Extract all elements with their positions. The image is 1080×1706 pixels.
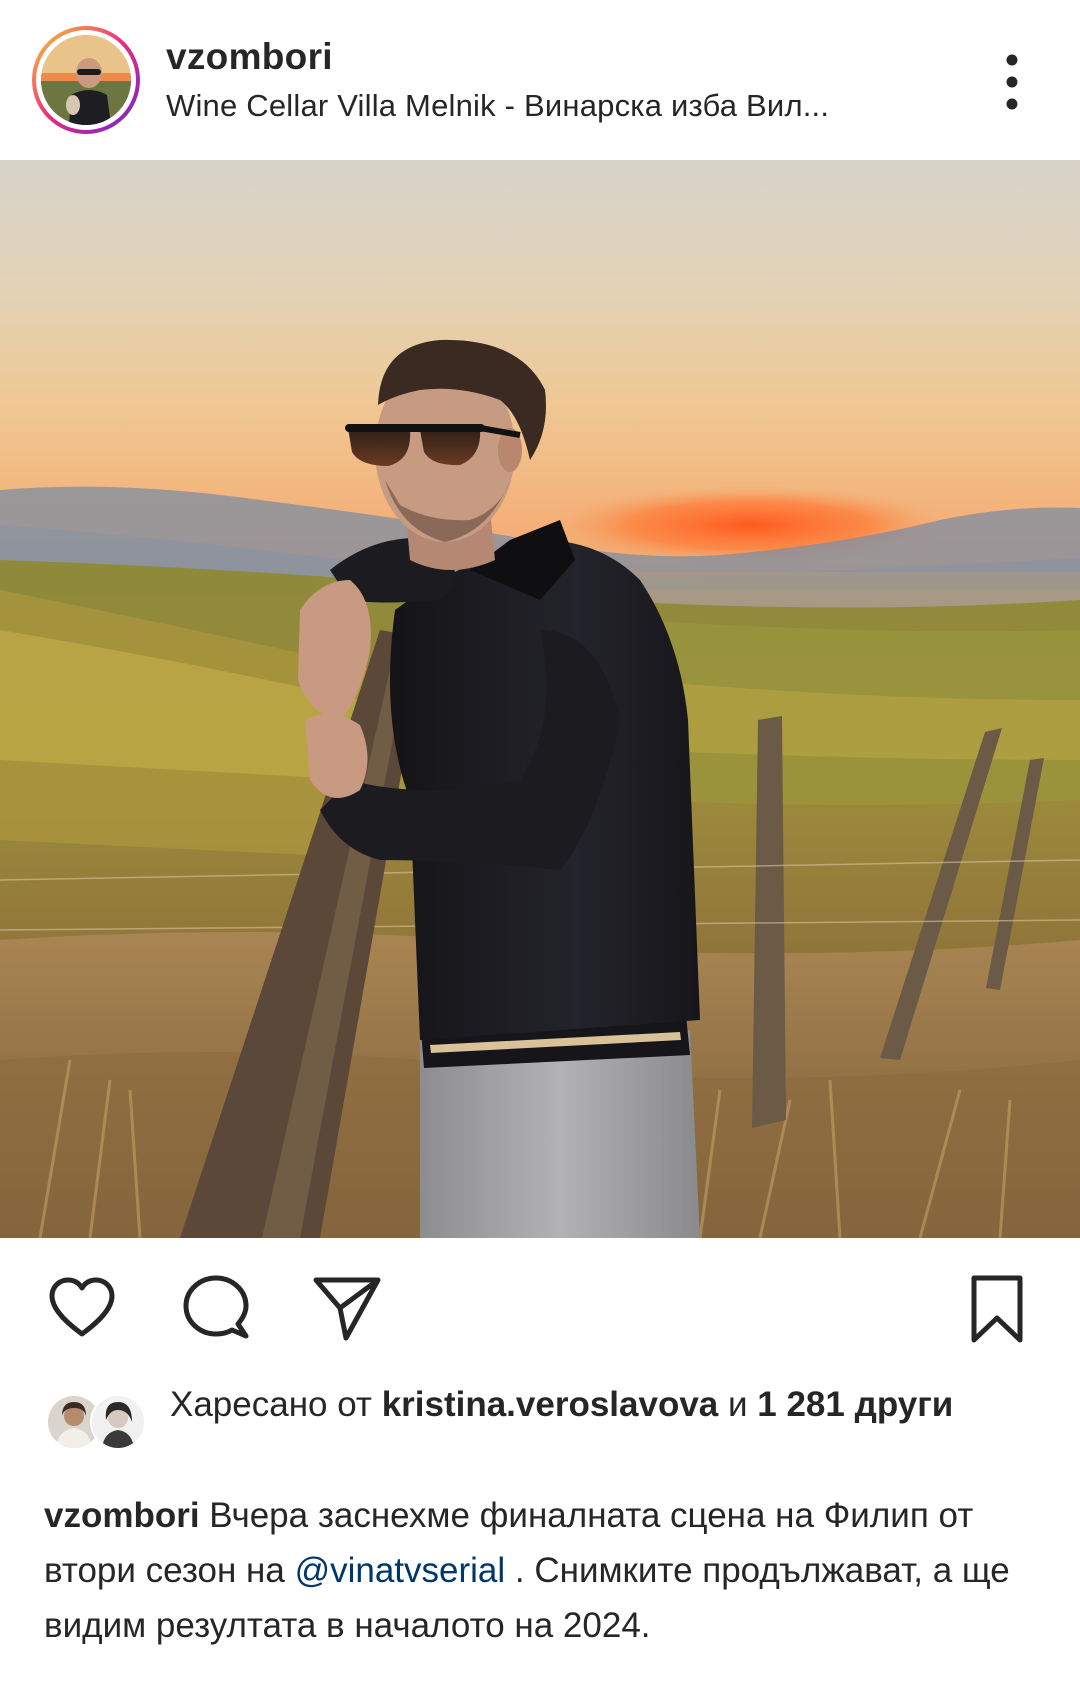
post-username[interactable]: vzombori (166, 36, 333, 78)
post-header: vzombori Wine Cellar Villa Melnik - Вина… (0, 0, 1080, 160)
save-button[interactable] (966, 1272, 1028, 1346)
post-caption: vzombori Вчера заснехме финалната сцена … (44, 1488, 1044, 1653)
bookmark-icon (971, 1275, 1023, 1343)
post-image (0, 160, 1080, 1238)
avatar-gap (36, 30, 136, 130)
heart-icon (49, 1277, 115, 1337)
like-button[interactable] (46, 1276, 118, 1340)
liker-avatars[interactable] (46, 1394, 146, 1450)
liked-by-user[interactable]: kristina.veroslavova (382, 1385, 719, 1424)
paper-plane-icon (313, 1277, 381, 1341)
more-options-button[interactable] (990, 52, 1034, 112)
share-button[interactable] (310, 1272, 384, 1344)
likes-summary[interactable]: Харесано от kristina.veroslavova и 1 281… (170, 1380, 990, 1430)
likes-others[interactable]: други (855, 1385, 954, 1424)
post-location[interactable]: Wine Cellar Villa Melnik - Винарска изба… (166, 88, 829, 124)
liker-avatar-image (92, 1396, 144, 1448)
post-photo[interactable] (0, 160, 1080, 1238)
likes-connector: и (718, 1385, 758, 1424)
more-vertical-icon (1006, 54, 1018, 110)
comment-button[interactable] (180, 1272, 252, 1344)
story-ring[interactable] (32, 26, 140, 134)
comment-icon (183, 1275, 249, 1339)
avatar-image (41, 35, 131, 125)
caption-username[interactable]: vzombori (44, 1496, 200, 1535)
likes-count[interactable]: 1 281 (757, 1385, 845, 1424)
liker-avatar-2[interactable] (90, 1394, 146, 1450)
avatar[interactable] (41, 35, 131, 125)
caption-mention[interactable]: @vinatvserial (295, 1551, 506, 1590)
likes-prefix: Харесано от (170, 1385, 382, 1424)
